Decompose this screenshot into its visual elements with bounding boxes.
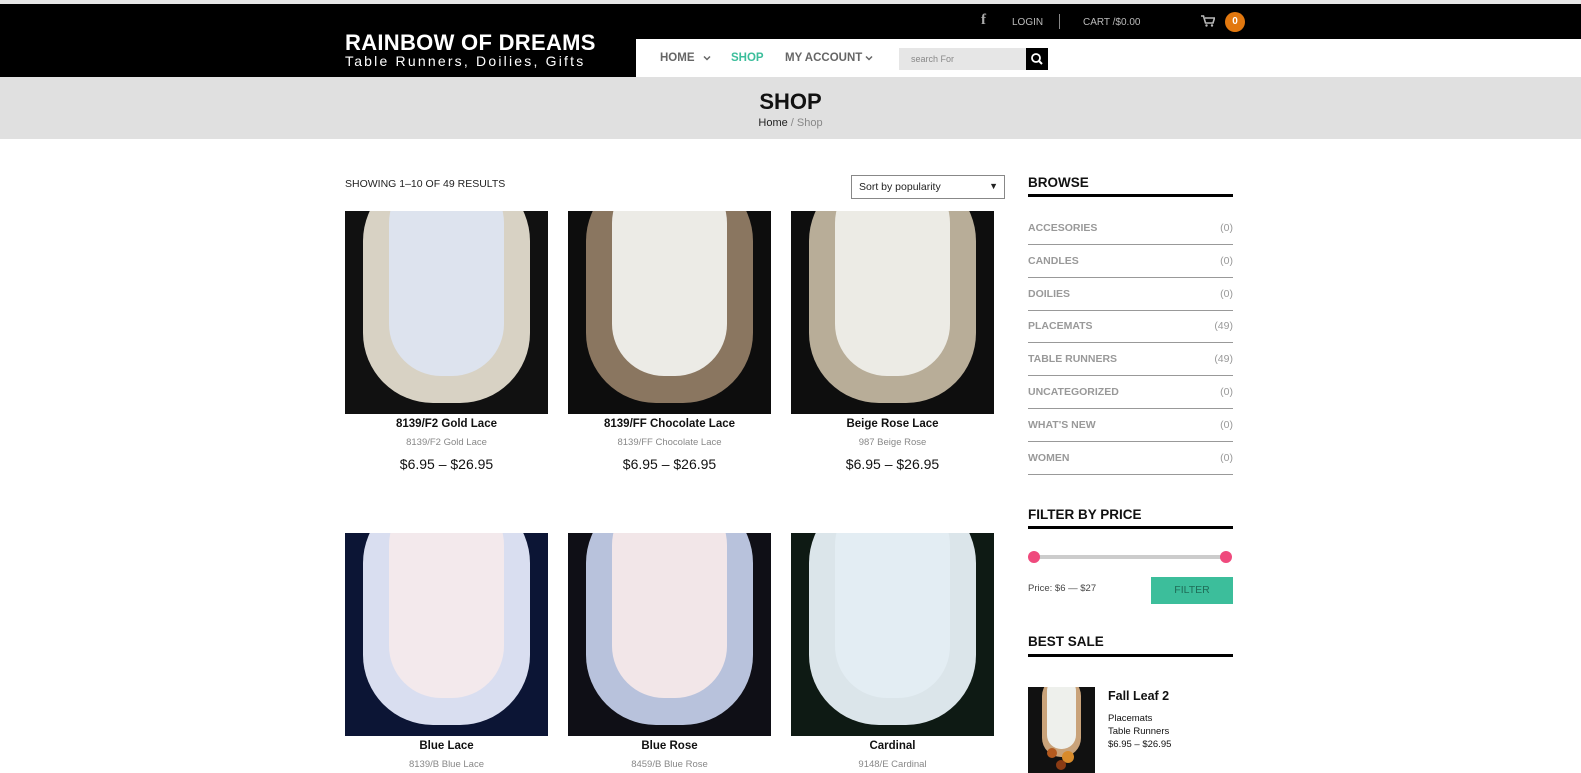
- login-link[interactable]: LOGIN: [1012, 17, 1043, 28]
- facebook-icon[interactable]: f: [981, 12, 986, 29]
- product-price: $6.95 – $26.95: [622, 456, 717, 472]
- breadcrumb: Home / Shop: [0, 117, 1581, 129]
- product-name[interactable]: Blue Lace: [345, 740, 548, 752]
- price-slider-max-handle[interactable]: [1220, 551, 1232, 563]
- product-image[interactable]: [345, 533, 548, 736]
- nav-my-account[interactable]: MY ACCOUNT: [785, 52, 862, 64]
- product-name[interactable]: Cardinal: [791, 740, 994, 752]
- category-item[interactable]: UNCATEGORIZED (0): [1028, 376, 1233, 409]
- product-image[interactable]: [791, 211, 994, 414]
- product-image[interactable]: [568, 211, 771, 414]
- nav-home[interactable]: HOME: [660, 52, 695, 64]
- page-title: SHOP: [759, 89, 822, 114]
- best-sale-image[interactable]: [1028, 687, 1095, 773]
- nav-bar: [636, 39, 1581, 77]
- category-name[interactable]: CANDLES: [1028, 255, 1079, 267]
- header-divider: [1059, 14, 1060, 29]
- category-item[interactable]: WHAT'S NEW (0): [1028, 409, 1233, 442]
- cart-link[interactable]: CART /$0.00: [1083, 17, 1140, 28]
- nav-shop[interactable]: SHOP: [731, 52, 764, 64]
- category-name[interactable]: WOMEN: [1028, 452, 1069, 464]
- widget-rule: [1028, 194, 1233, 197]
- product-sku: 8139/B Blue Lace: [408, 759, 484, 770]
- cart-count-badge[interactable]: 0: [1225, 12, 1245, 32]
- best-sale-product-name[interactable]: Fall Leaf 2: [1108, 689, 1169, 703]
- widget-rule: [1028, 654, 1233, 657]
- category-item[interactable]: DOILIES (0): [1028, 278, 1233, 311]
- product-image[interactable]: [568, 533, 771, 736]
- price-slider-track[interactable]: [1034, 555, 1226, 559]
- price-range-label: Price: $6 — $27: [1028, 583, 1097, 594]
- category-name[interactable]: WHAT'S NEW: [1028, 419, 1096, 431]
- chevron-down-icon[interactable]: [864, 53, 874, 63]
- category-count: (0): [1220, 386, 1233, 398]
- sort-selected-value: Sort by popularity: [859, 181, 941, 193]
- product-sku: 8139/FF Chocolate Lace: [617, 437, 722, 448]
- product-price: $6.95 – $26.95: [399, 456, 494, 472]
- category-name[interactable]: TABLE RUNNERS: [1028, 353, 1117, 365]
- price-slider-min-handle[interactable]: [1028, 551, 1040, 563]
- category-name[interactable]: UNCATEGORIZED: [1028, 386, 1119, 398]
- category-item[interactable]: CANDLES (0): [1028, 245, 1233, 278]
- search-icon[interactable]: [1026, 48, 1048, 70]
- sort-select[interactable]: Sort by popularity ▼: [851, 175, 1005, 199]
- widget-rule: [1028, 526, 1233, 529]
- category-count: (0): [1220, 222, 1233, 234]
- site-logo-subtitle: Table Runners, Doilies, Gifts: [345, 53, 586, 69]
- category-name[interactable]: PLACEMATS: [1028, 320, 1093, 332]
- product-image[interactable]: [345, 211, 548, 414]
- category-item[interactable]: TABLE RUNNERS (49): [1028, 343, 1233, 377]
- product-price: $6.95 – $26.95: [845, 456, 940, 472]
- category-item[interactable]: ACCESORIES (0): [1028, 212, 1233, 245]
- category-item[interactable]: WOMEN (0): [1028, 442, 1233, 475]
- category-name[interactable]: DOILIES: [1028, 288, 1070, 300]
- filter-by-price-title: FILTER BY PRICE: [1028, 507, 1142, 522]
- category-count: (0): [1220, 418, 1233, 431]
- dropdown-arrow-icon: ▼: [989, 181, 998, 191]
- category-count: (49): [1214, 320, 1233, 333]
- product-name[interactable]: 8139/F2 Gold Lace: [345, 418, 548, 430]
- product-sku: 8459/B Blue Rose: [631, 759, 708, 770]
- category-item[interactable]: PLACEMATS (49): [1028, 310, 1233, 344]
- best-sale-price: $6.95 – $26.95: [1108, 739, 1172, 750]
- result-count: SHOWING 1–10 OF 49 RESULTS: [345, 178, 506, 190]
- category-count: (0): [1220, 451, 1233, 464]
- breadcrumb-current: Shop: [796, 117, 823, 129]
- browse-title: BROWSE: [1028, 175, 1089, 190]
- category-count: (49): [1214, 353, 1233, 366]
- category-name[interactable]: ACCESORIES: [1028, 222, 1097, 234]
- product-name[interactable]: 8139/FF Chocolate Lace: [568, 418, 771, 430]
- search-input[interactable]: [899, 48, 1026, 70]
- chevron-down-icon[interactable]: [702, 53, 712, 63]
- cart-icon[interactable]: [1201, 15, 1215, 27]
- breadcrumb-separator: /: [787, 117, 797, 129]
- product-name[interactable]: Beige Rose Lace: [791, 418, 994, 430]
- filter-button[interactable]: FILTER: [1151, 577, 1233, 604]
- best-sale-category[interactable]: Placemats: [1108, 713, 1152, 724]
- category-count: (0): [1220, 254, 1233, 267]
- breadcrumb-home[interactable]: Home: [758, 117, 787, 129]
- product-sku: 9148/E Cardinal: [858, 759, 927, 770]
- product-name[interactable]: Blue Rose: [568, 740, 771, 752]
- product-sku: 8139/F2 Gold Lace: [406, 437, 487, 448]
- category-count: (0): [1220, 287, 1233, 300]
- product-sku: 987 Beige Rose: [858, 437, 927, 448]
- best-sale-title: BEST SALE: [1028, 634, 1104, 649]
- product-image[interactable]: [791, 533, 994, 736]
- best-sale-category[interactable]: Table Runners: [1108, 726, 1169, 737]
